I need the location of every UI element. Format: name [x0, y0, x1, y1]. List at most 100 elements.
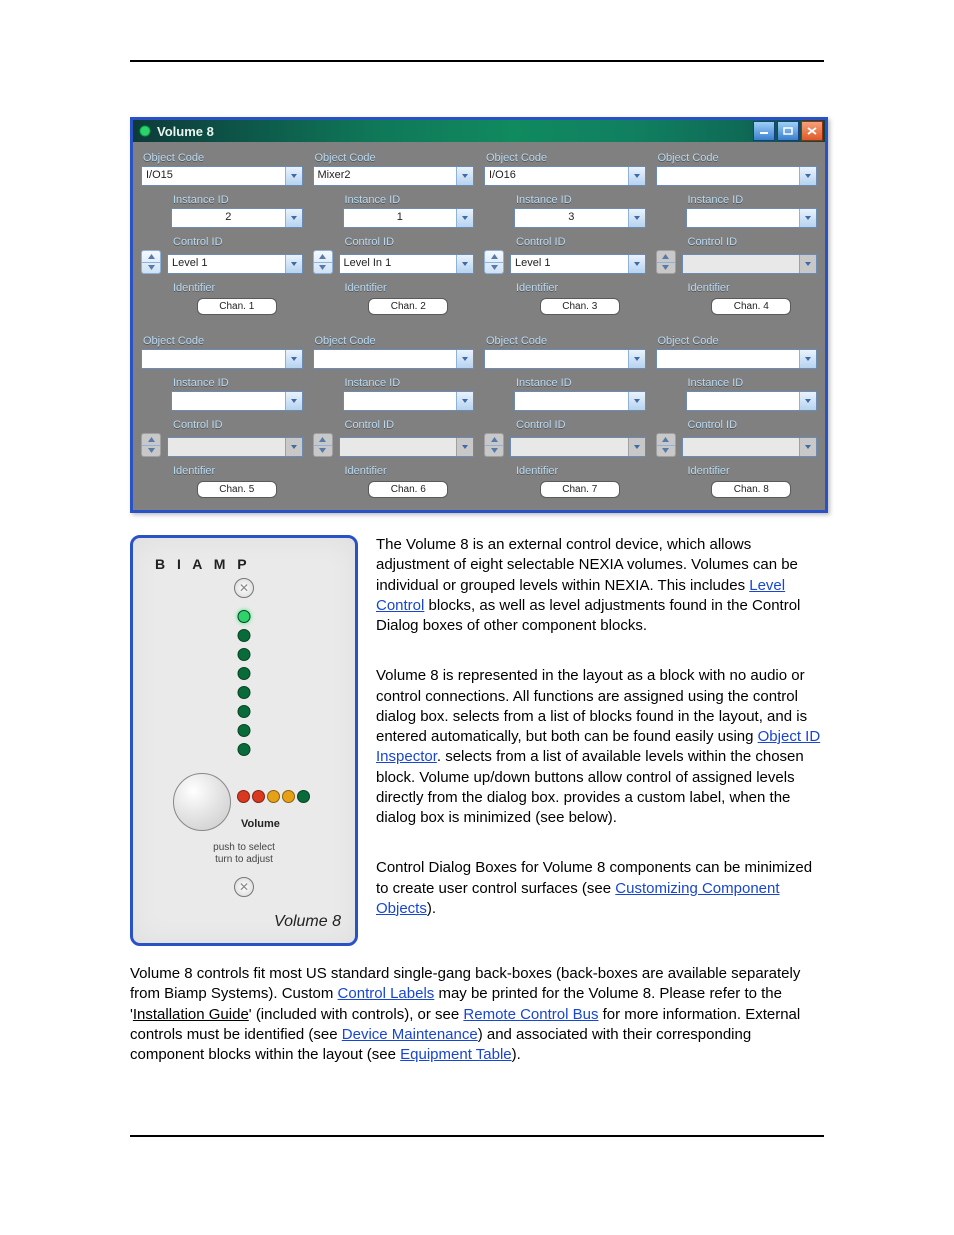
chevron-down-icon[interactable] [456, 350, 473, 368]
object-code-dropdown[interactable]: Mixer2 [313, 166, 475, 186]
identifier-label: Identifier [688, 465, 818, 477]
control-id-value [168, 438, 285, 456]
instance-id-dropdown[interactable] [514, 391, 646, 411]
channel-column: Object CodeInstance IDControl IDIdentifi… [313, 335, 475, 498]
chevron-down-icon[interactable] [456, 209, 473, 227]
paragraph-4: Volume 8 controls fit most US standard s… [130, 964, 824, 1065]
instance-id-dropdown[interactable] [343, 391, 475, 411]
chevron-down-icon[interactable] [628, 255, 645, 273]
volume-stepper[interactable] [141, 250, 161, 274]
maximize-button[interactable] [777, 121, 799, 141]
step-up-icon[interactable] [485, 251, 503, 263]
step-up-icon [314, 434, 332, 446]
instance-id-value: 2 [172, 209, 285, 227]
control-id-value: Level In 1 [340, 255, 457, 273]
instance-id-dropdown[interactable]: 2 [171, 208, 303, 228]
chevron-down-icon[interactable] [285, 255, 302, 273]
step-down-icon[interactable] [485, 263, 503, 274]
instance-id-label: Instance ID [173, 194, 303, 206]
object-code-value [314, 350, 457, 368]
identifier-label: Identifier [173, 282, 303, 294]
volume-stepper [656, 250, 676, 274]
screw-icon: ✕ [234, 877, 254, 897]
step-down-icon [314, 446, 332, 457]
control-id-value [340, 438, 457, 456]
chevron-down-icon[interactable] [456, 167, 473, 185]
identifier-value: Chan. 3 [540, 298, 620, 315]
object-code-dropdown[interactable] [313, 349, 475, 369]
identifier-value: Chan. 5 [197, 481, 277, 498]
control-id-label: Control ID [173, 236, 303, 248]
instance-id-label: Instance ID [516, 377, 646, 389]
minimize-button[interactable] [753, 121, 775, 141]
control-id-value [683, 438, 800, 456]
object-code-value: Mixer2 [314, 167, 457, 185]
chevron-down-icon[interactable] [799, 392, 816, 410]
paragraph-1: The Volume 8 is an external control devi… [376, 535, 824, 636]
chevron-down-icon[interactable] [628, 167, 645, 185]
volume-stepper[interactable] [313, 250, 333, 274]
control-id-label: Control ID [688, 236, 818, 248]
object-code-value: I/O16 [485, 167, 628, 185]
control-id-label: Control ID [173, 419, 303, 431]
instance-id-label: Instance ID [173, 377, 303, 389]
step-down-icon[interactable] [314, 263, 332, 274]
step-up-icon [657, 251, 675, 263]
chevron-down-icon[interactable] [799, 209, 816, 227]
vertical-leds [238, 610, 251, 756]
channel-column: Object CodeInstance IDControl IDIdentifi… [141, 335, 303, 498]
object-code-dropdown[interactable]: I/O16 [484, 166, 646, 186]
chevron-down-icon[interactable] [285, 167, 302, 185]
instance-id-label: Instance ID [688, 194, 818, 206]
volume-stepper [484, 433, 504, 457]
instance-id-dropdown[interactable] [686, 391, 818, 411]
instance-id-label: Instance ID [345, 194, 475, 206]
chevron-down-icon[interactable] [628, 392, 645, 410]
volume-stepper [141, 433, 161, 457]
horizontal-leds [237, 790, 310, 803]
control-labels-link[interactable]: Control Labels [338, 985, 435, 1002]
object-code-dropdown[interactable] [656, 349, 818, 369]
chevron-down-icon [799, 255, 816, 273]
step-up-icon[interactable] [142, 251, 160, 263]
object-code-dropdown[interactable] [484, 349, 646, 369]
instance-id-dropdown[interactable] [171, 391, 303, 411]
chevron-down-icon[interactable] [628, 350, 645, 368]
control-id-dropdown[interactable]: Level 1 [167, 254, 303, 274]
volume-stepper[interactable] [484, 250, 504, 274]
object-code-label: Object Code [486, 152, 646, 164]
object-code-dropdown[interactable] [141, 349, 303, 369]
object-code-label: Object Code [658, 335, 818, 347]
chevron-down-icon[interactable] [285, 392, 302, 410]
chevron-down-icon [799, 438, 816, 456]
identifier-label: Identifier [688, 282, 818, 294]
chevron-down-icon[interactable] [285, 350, 302, 368]
instance-id-dropdown[interactable]: 1 [343, 208, 475, 228]
remote-control-bus-link[interactable]: Remote Control Bus [463, 1006, 598, 1023]
object-code-dropdown[interactable]: I/O15 [141, 166, 303, 186]
object-code-label: Object Code [143, 152, 303, 164]
chevron-down-icon[interactable] [456, 392, 473, 410]
chevron-down-icon[interactable] [799, 350, 816, 368]
chevron-down-icon[interactable] [456, 255, 473, 273]
volume-label: Volume [241, 818, 280, 830]
instance-id-dropdown[interactable]: 3 [514, 208, 646, 228]
chevron-down-icon[interactable] [628, 209, 645, 227]
instance-id-dropdown[interactable] [686, 208, 818, 228]
control-id-dropdown [510, 437, 646, 457]
step-down-icon[interactable] [142, 263, 160, 274]
control-id-dropdown[interactable]: Level 1 [510, 254, 646, 274]
object-code-dropdown[interactable] [656, 166, 818, 186]
identifier-label: Identifier [516, 465, 646, 477]
close-button[interactable] [801, 121, 823, 141]
equipment-table-link[interactable]: Equipment Table [400, 1046, 511, 1063]
step-up-icon[interactable] [314, 251, 332, 263]
instance-id-value [344, 392, 457, 410]
control-id-value: Level 1 [511, 255, 628, 273]
control-id-dropdown[interactable]: Level In 1 [339, 254, 475, 274]
titlebar[interactable]: Volume 8 [133, 120, 825, 142]
device-maintenance-link[interactable]: Device Maintenance [342, 1026, 478, 1043]
identifier-value: Chan. 7 [540, 481, 620, 498]
chevron-down-icon[interactable] [285, 209, 302, 227]
chevron-down-icon[interactable] [799, 167, 816, 185]
